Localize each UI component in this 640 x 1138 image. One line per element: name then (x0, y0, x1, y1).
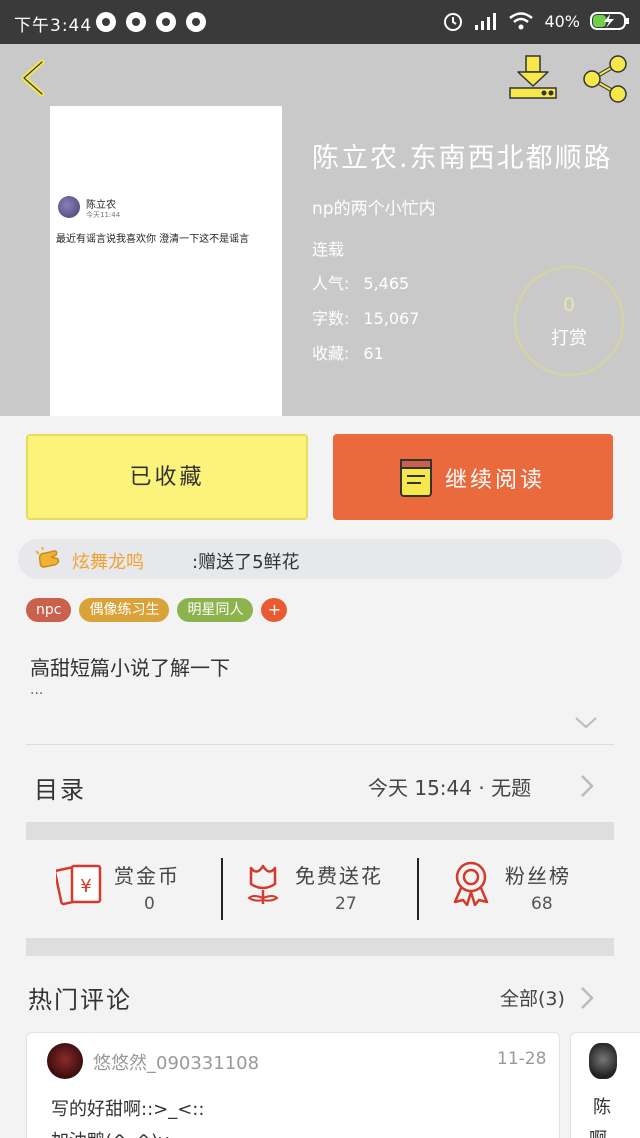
tag-celebrity-fanfic[interactable]: 明星同人 (177, 598, 254, 622)
globe-icon (186, 12, 206, 32)
download-icon[interactable] (506, 54, 560, 102)
book-status: 连载 (312, 240, 345, 259)
add-tag-button[interactable]: + (261, 598, 288, 622)
shield-icon (126, 12, 146, 32)
notification-icon (96, 12, 116, 32)
divider (26, 744, 614, 745)
cover-message: 最近有谣言说我喜欢你 澄清一下这不是谣言 (56, 234, 250, 245)
battery-charging-icon (590, 12, 629, 30)
avatar[interactable] (589, 1043, 617, 1079)
chevron-right-icon[interactable] (580, 986, 594, 1010)
cover-name: 陈立农 (86, 200, 116, 211)
continue-reading-label: 继续阅读 (445, 468, 546, 493)
section-separator (26, 938, 614, 956)
tag-idol-trainee[interactable]: 偶像练习生 (79, 598, 170, 622)
system-icons: 40% (442, 10, 630, 32)
stat-label: 收藏: (312, 344, 350, 363)
comment-text-line2: 加油鸭(^_^)v (51, 1127, 169, 1138)
action-value: 27 (335, 894, 357, 914)
stat-label: 字数: (312, 309, 350, 328)
globe-icon (156, 12, 176, 32)
action-label: 粉丝榜 (505, 864, 571, 888)
toc-label: 目录 (34, 776, 86, 804)
cover-time: 今天11:44 (86, 211, 121, 219)
reward-coins-button[interactable]: ¥ 赏金币 0 (26, 840, 222, 940)
status-time: 下午3:44 (14, 16, 93, 36)
table-of-contents-row[interactable]: 目录 今天 15:44 · 无题 (0, 746, 640, 822)
gift-notice: 炫舞龙鸣 :赠送了5鲜花 (18, 539, 622, 579)
gift-message: :赠送了5鲜花 (192, 552, 300, 573)
stat-favorites: 收藏: 61 (312, 340, 384, 364)
alarm-icon (444, 13, 463, 31)
battery-percent: 40% (544, 11, 580, 31)
tag-npc[interactable]: npc (26, 598, 72, 622)
status-bar: 下午3:44 40% (0, 0, 640, 44)
stat-label: 人气: (312, 274, 350, 293)
svg-text:¥: ¥ (80, 876, 91, 897)
signal-icon (475, 13, 497, 30)
action-label: 免费送花 (295, 864, 383, 888)
comment-username[interactable]: 悠悠然_090331108 (93, 1049, 259, 1075)
book-description: 高甜短篇小说了解一下 (30, 656, 230, 680)
collected-button[interactable]: 已收藏 (26, 434, 308, 520)
book-author[interactable]: np的两个小忙内 (312, 194, 436, 219)
reward-button[interactable]: 0 打赏 (514, 266, 624, 376)
ribbon-medal-icon (453, 861, 489, 906)
action-value: 68 (531, 894, 553, 914)
comment-card[interactable]: 悠悠然_090331108 11-28 写的好甜啊::>_<:: 加油鸭(^_^… (26, 1032, 560, 1138)
stat-value: 61 (363, 344, 384, 363)
all-comments-link[interactable]: 全部(3) (500, 984, 565, 1011)
comment-text-line2: 啊 (589, 1125, 607, 1138)
stat-value: 5,465 (363, 274, 410, 293)
comment-date: 11-28 (497, 1049, 547, 1069)
action-value: 0 (144, 894, 155, 914)
hot-comments-title: 热门评论 (28, 986, 132, 1014)
book-detail-main: 已收藏 继续阅读 炫舞龙鸣 :赠送了5鲜花 npc 偶像练习生 明星同人 + 高… (0, 416, 640, 1138)
book-title: 陈立农.东南西北都顺路 (312, 143, 613, 174)
reward-label: 打赏 (551, 328, 587, 349)
latest-chapter: 今天 15:44 · 无题 (368, 776, 532, 800)
action-label: 赏金币 (114, 864, 180, 888)
description-ellipsis: ... (30, 682, 44, 698)
avatar[interactable] (47, 1043, 83, 1079)
red-envelope-icon: ¥ (56, 864, 102, 906)
tag-list: npc 偶像练习生 明星同人 + (26, 598, 288, 622)
wifi-icon (509, 12, 534, 30)
book-cover[interactable]: 陈立农 今天11:44 最近有谣言说我喜欢你 澄清一下这不是谣言 (50, 106, 282, 416)
continue-reading-button[interactable]: 继续阅读 (333, 434, 613, 520)
gift-user[interactable]: 炫舞龙鸣 (72, 548, 144, 574)
stat-popularity: 人气: 5,465 (312, 270, 409, 294)
flower-icon (247, 864, 279, 904)
chevron-down-icon[interactable] (574, 716, 598, 730)
back-icon[interactable] (14, 58, 54, 98)
book-icon (400, 459, 432, 497)
chevron-right-icon (581, 775, 594, 797)
share-icon[interactable] (578, 54, 632, 104)
support-actions: ¥ 赏金币 0 免费送花 27 粉丝榜 68 (26, 840, 614, 940)
cover-avatar (58, 196, 80, 218)
section-separator (26, 822, 614, 840)
book-header: 陈立农 今天11:44 最近有谣言说我喜欢你 澄清一下这不是谣言 陈立农.东南西… (0, 44, 640, 416)
fan-ranking-button[interactable]: 粉丝榜 68 (419, 840, 614, 940)
comment-text: 写的好甜啊::>_<:: (51, 1099, 205, 1120)
clap-hand-icon (35, 547, 60, 568)
free-flowers-button[interactable]: 免费送花 27 (223, 840, 417, 940)
comment-card[interactable]: 陈 啊 (570, 1032, 640, 1138)
notification-icons (96, 12, 206, 32)
stat-value: 15,067 (363, 309, 420, 328)
comment-text: 陈 (593, 1097, 611, 1118)
stat-word-count: 字数: 15,067 (312, 305, 419, 329)
reward-count: 0 (562, 294, 576, 316)
